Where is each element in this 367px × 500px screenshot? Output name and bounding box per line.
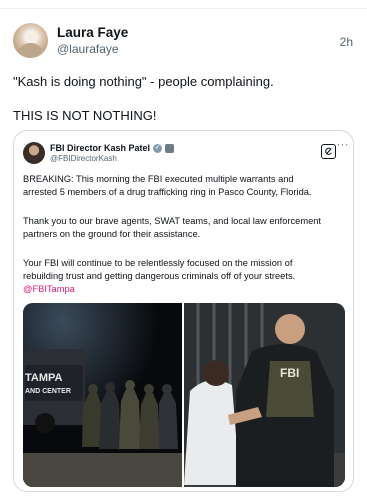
quoted-text-line: BREAKING: This morning the FBI executed … [23, 174, 294, 184]
quoted-author-name: FBI Director Kash Patel [50, 143, 151, 153]
mention-link[interactable]: @FBITampa [23, 283, 75, 296]
verified-badge-icon: ✓ [153, 143, 163, 153]
quoted-text-line: partners on the ground for their assista… [23, 229, 201, 239]
post-timestamp[interactable]: 2h [340, 35, 353, 49]
quoted-text-line: Your FBI will continue to be relentlessl… [23, 258, 293, 268]
grok-icon[interactable] [321, 144, 336, 159]
arrest-photo[interactable]: FBI [184, 303, 345, 487]
quoted-author-handle: @FBIDirectorKash [50, 154, 117, 163]
quoted-media[interactable]: TAMPA AND CENTER FBI [23, 303, 345, 487]
post-text-line-1: "Kash is doing nothing" - people complai… [13, 74, 274, 89]
quoted-author-name-row[interactable]: FBI Director Kash Patel ✓ [50, 143, 175, 153]
quoted-text-line: Thank you to our brave agents, SWAT team… [23, 216, 321, 226]
quoted-text-line: rebuilding trust and getting dangerous c… [23, 271, 296, 281]
affiliation-flag-icon [165, 143, 175, 153]
author-avatar[interactable] [13, 23, 48, 58]
truck-label-line-2: AND CENTER [25, 388, 71, 395]
quoted-post-card[interactable]: FBI Director Kash Patel ✓ @FBIDirectorKa… [13, 130, 354, 492]
author-name[interactable]: Laura Faye [57, 25, 128, 40]
post-text-line-2: THIS IS NOT NOTHING! [13, 108, 157, 123]
quoted-author-avatar[interactable] [23, 142, 45, 164]
night-raid-photo[interactable]: TAMPA AND CENTER [23, 303, 182, 487]
vest-fbi-text: FBI [280, 366, 299, 380]
divider [0, 8, 367, 9]
truck-label-line-1: TAMPA [25, 372, 63, 384]
author-handle[interactable]: @laurafaye [57, 42, 119, 56]
quoted-text-line: arrested 5 members of a drug trafficking… [23, 187, 312, 197]
more-options-icon[interactable]: ··· [337, 139, 350, 151]
